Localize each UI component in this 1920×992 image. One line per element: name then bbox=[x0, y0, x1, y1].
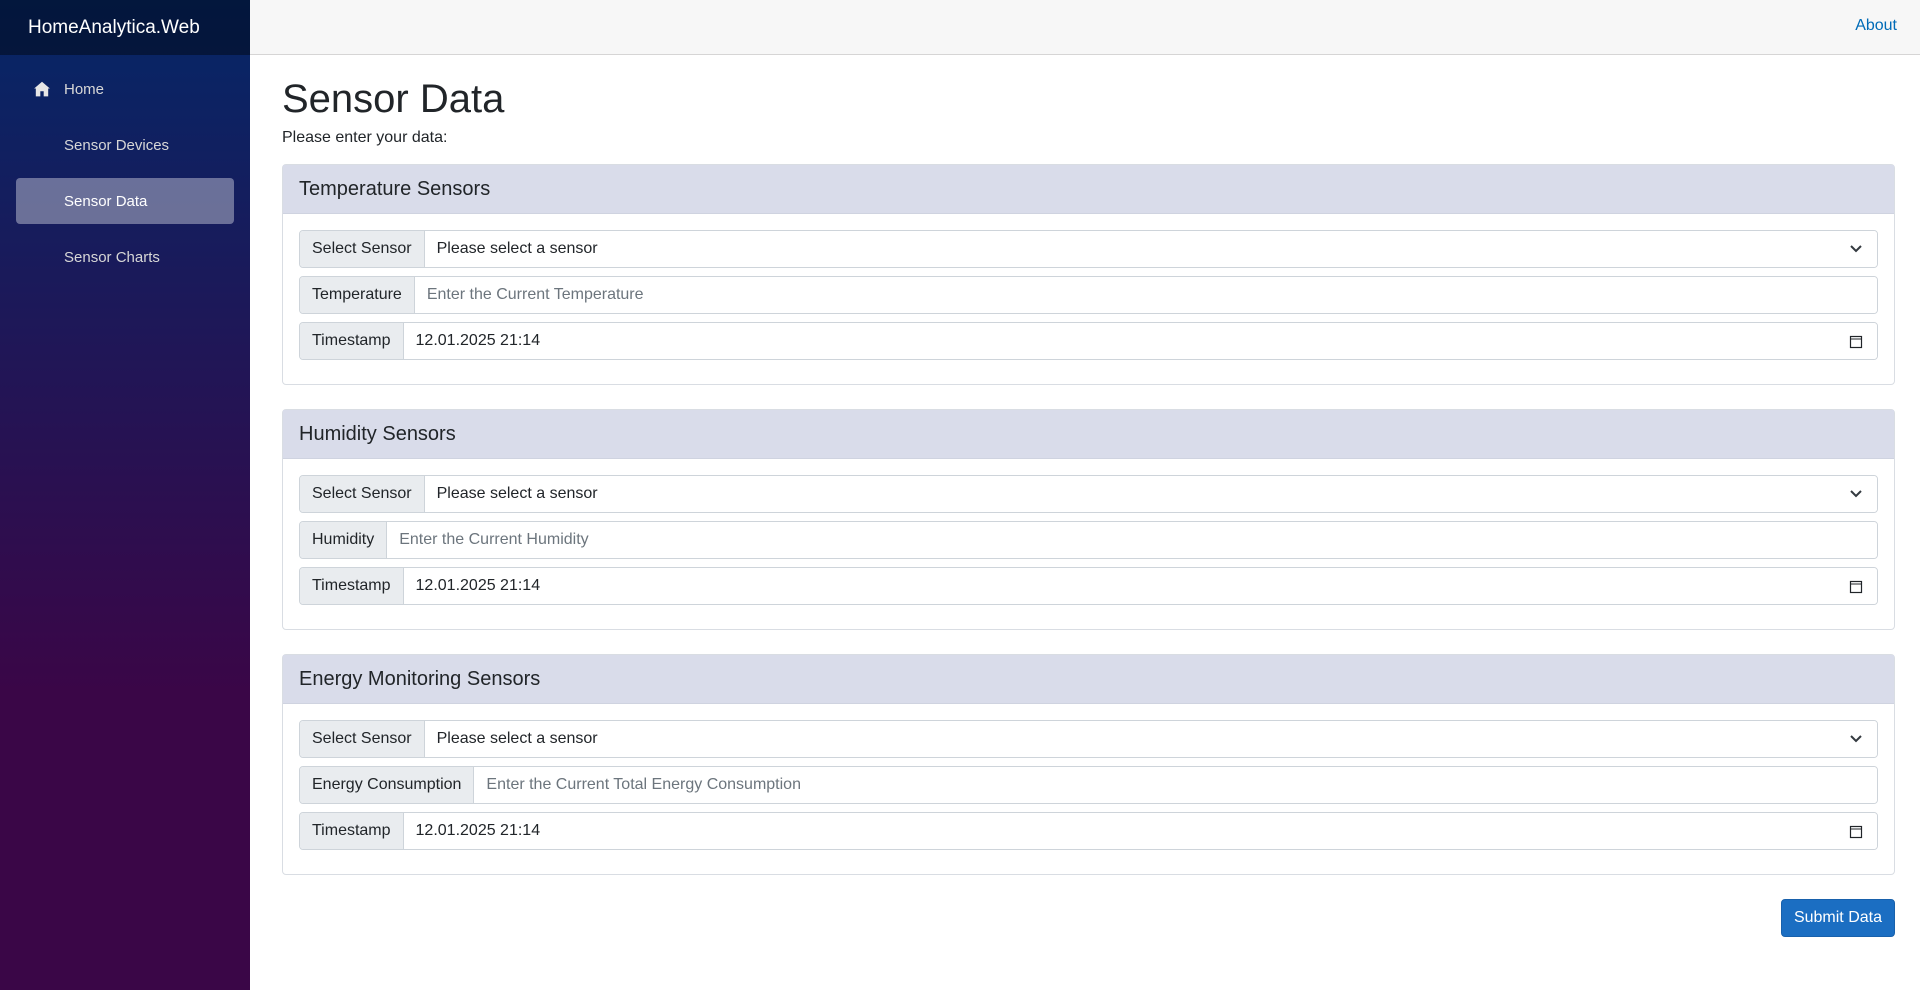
main-content: Sensor Data Please enter your data: Temp… bbox=[282, 55, 1895, 937]
chevron-down-icon bbox=[1850, 490, 1862, 498]
energy-input-group: Energy Consumption Enter the Current Tot… bbox=[299, 766, 1878, 804]
card-header: Energy Monitoring Sensors bbox=[283, 655, 1894, 704]
timestamp-value: 12.01.2025 21:14 bbox=[415, 822, 541, 839]
page-title: Sensor Data bbox=[282, 77, 505, 121]
energy-placeholder: Enter the Current Total Energy Consumpti… bbox=[486, 776, 801, 793]
nav-label-sensor-charts: Sensor Charts bbox=[64, 248, 160, 266]
nav-item-sensor-devices[interactable]: Sensor Devices bbox=[16, 122, 234, 168]
temperature-label: Temperature bbox=[300, 277, 415, 313]
submit-row: Submit Data bbox=[282, 899, 1895, 937]
temperature-input-group: Temperature Enter the Current Temperatur… bbox=[299, 276, 1878, 314]
brand-bar: HomeAnalytica.Web bbox=[0, 0, 250, 55]
temperature-timestamp-input[interactable]: 12.01.2025 21:14 bbox=[403, 323, 1877, 359]
top-bar: About bbox=[250, 0, 1920, 55]
timestamp-label: Timestamp bbox=[300, 568, 404, 604]
temperature-placeholder: Enter the Current Temperature bbox=[426, 286, 644, 303]
nav-label-sensor-devices: Sensor Devices bbox=[64, 136, 170, 154]
home-icon bbox=[34, 81, 50, 97]
timestamp-label: Timestamp bbox=[300, 323, 404, 359]
select-value: Please select a sensor bbox=[436, 730, 598, 747]
calendar-icon[interactable] bbox=[1849, 334, 1863, 349]
chevron-down-icon bbox=[1850, 245, 1862, 253]
chevron-down-icon bbox=[1850, 735, 1862, 743]
humidity-label: Humidity bbox=[300, 522, 388, 558]
timestamp-group: Timestamp 12.01.2025 21:14 bbox=[299, 812, 1878, 850]
humidity-placeholder: Enter the Current Humidity bbox=[399, 531, 589, 548]
sensor-select-group: Select Sensor Please select a sensor bbox=[299, 230, 1878, 268]
temperature-card: Temperature Sensors Select Sensor Please… bbox=[282, 164, 1895, 385]
timestamp-label: Timestamp bbox=[300, 813, 404, 849]
select-sensor-label: Select Sensor bbox=[300, 721, 425, 757]
humidity-input[interactable]: Enter the Current Humidity bbox=[387, 522, 1877, 558]
timestamp-group: Timestamp 12.01.2025 21:14 bbox=[299, 322, 1878, 360]
card-header: Temperature Sensors bbox=[283, 165, 1894, 214]
card-body: Select Sensor Please select a sensor Hum… bbox=[283, 459, 1894, 629]
humidity-input-group: Humidity Enter the Current Humidity bbox=[299, 521, 1878, 559]
nav-item-sensor-charts[interactable]: Sensor Charts bbox=[16, 234, 234, 280]
select-value: Please select a sensor bbox=[436, 240, 598, 257]
calendar-icon[interactable] bbox=[1849, 824, 1863, 839]
humidity-card: Humidity Sensors Select Sensor Please se… bbox=[282, 409, 1895, 630]
nav-label-home: Home bbox=[64, 80, 105, 98]
card-body: Select Sensor Please select a sensor Ene… bbox=[283, 704, 1894, 874]
nav-item-home[interactable]: Home bbox=[16, 66, 234, 112]
calendar-icon[interactable] bbox=[1849, 579, 1863, 594]
select-sensor-label: Select Sensor bbox=[300, 231, 425, 267]
select-value: Please select a sensor bbox=[436, 485, 598, 502]
sensor-select-group: Select Sensor Please select a sensor bbox=[299, 720, 1878, 758]
sensor-select-group: Select Sensor Please select a sensor bbox=[299, 475, 1878, 513]
intro-text: Please enter your data: bbox=[282, 129, 448, 146]
energy-consumption-label: Energy Consumption bbox=[300, 767, 475, 803]
timestamp-value: 12.01.2025 21:14 bbox=[415, 577, 541, 594]
energy-sensor-select[interactable]: Please select a sensor bbox=[424, 721, 1877, 757]
about-link[interactable]: About bbox=[1855, 17, 1897, 35]
energy-consumption-input[interactable]: Enter the Current Total Energy Consumpti… bbox=[474, 767, 1877, 803]
card-header: Humidity Sensors bbox=[283, 410, 1894, 459]
temperature-sensor-select[interactable]: Please select a sensor bbox=[424, 231, 1877, 267]
sidebar: HomeAnalytica.Web Home Sensor Devices Se… bbox=[0, 0, 250, 990]
timestamp-value: 12.01.2025 21:14 bbox=[415, 332, 541, 349]
humidity-sensor-select[interactable]: Please select a sensor bbox=[424, 476, 1877, 512]
energy-timestamp-input[interactable]: 12.01.2025 21:14 bbox=[403, 813, 1877, 849]
temperature-input[interactable]: Enter the Current Temperature bbox=[414, 277, 1877, 313]
select-sensor-label: Select Sensor bbox=[300, 476, 425, 512]
humidity-timestamp-input[interactable]: 12.01.2025 21:14 bbox=[403, 568, 1877, 604]
nav-item-sensor-data[interactable]: Sensor Data bbox=[16, 178, 234, 224]
nav-label-sensor-data: Sensor Data bbox=[64, 192, 148, 210]
energy-card: Energy Monitoring Sensors Select Sensor … bbox=[282, 654, 1895, 875]
submit-data-button[interactable]: Submit Data bbox=[1780, 899, 1895, 937]
nav-menu: Home Sensor Devices Sensor Data Sensor C… bbox=[0, 55, 250, 280]
card-body: Select Sensor Please select a sensor Tem… bbox=[283, 214, 1894, 384]
brand-link[interactable]: HomeAnalytica.Web bbox=[28, 17, 200, 39]
timestamp-group: Timestamp 12.01.2025 21:14 bbox=[299, 567, 1878, 605]
